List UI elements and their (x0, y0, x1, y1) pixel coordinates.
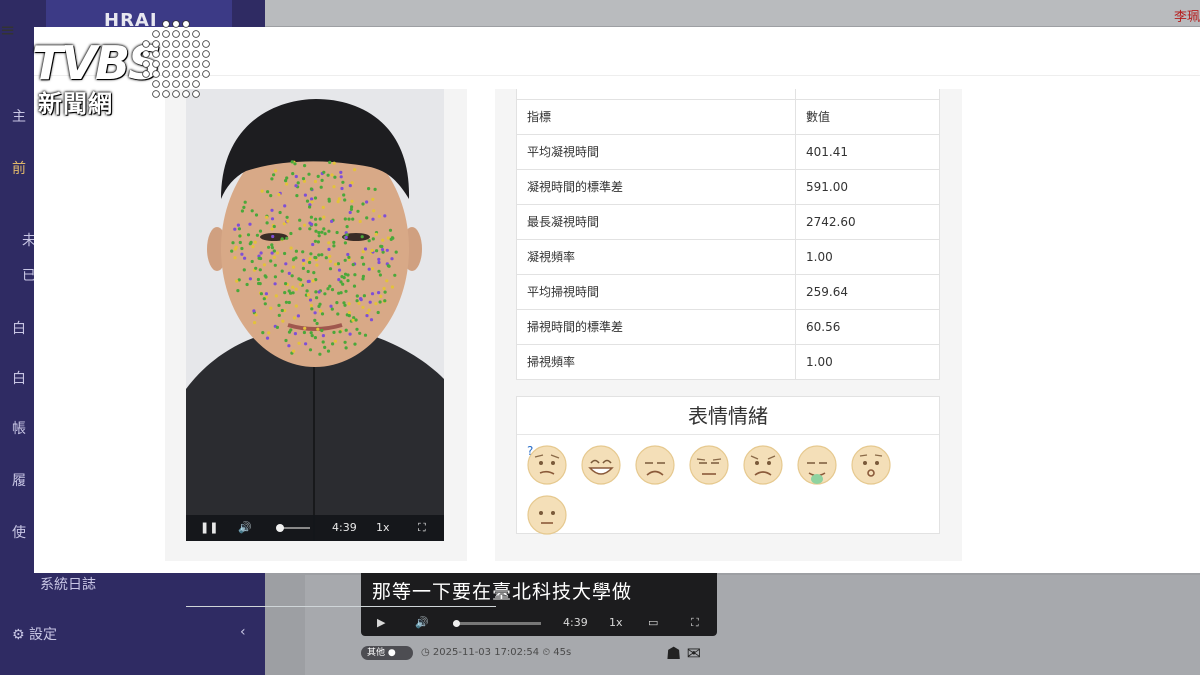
sidebar-item-system-log[interactable]: 系統日誌 (40, 574, 96, 594)
video-time: 4:39 (332, 521, 357, 534)
table-row: 掃視頻率 1.00 (516, 343, 940, 380)
robot-icon[interactable]: ☗ (666, 644, 681, 664)
nauseated-face-icon[interactable] (795, 443, 839, 487)
video-time: 4:39 (563, 616, 588, 629)
metrics-panel: 指標 數值 平均凝視時間 401.41 凝視時間的標準差 591.00 最長凝視時間… (495, 89, 962, 561)
clock-icon: ◷ (421, 647, 433, 658)
metric-value: 259.64 (795, 273, 940, 310)
neutral-face-icon[interactable] (525, 493, 569, 537)
confused-face-icon[interactable]: ? (525, 443, 569, 487)
panel-divider (186, 606, 496, 607)
column-header-metric: 指標 (516, 98, 796, 135)
gear-icon: ⚙ (12, 627, 30, 643)
table-row: 掃視時間的標準差 60.56 (516, 308, 940, 345)
table-header-row: 指標 數值 (516, 98, 940, 135)
volume-icon[interactable]: 🔊 (415, 616, 429, 629)
tvbs-logo: TVBS 新聞網 (30, 18, 210, 118)
metric-label: 凝視頻率 (516, 238, 796, 275)
meta-text: ◷ 2025-11-03 17:02:54 ⏲ 45s (421, 647, 571, 658)
hamburger-menu-icon[interactable]: ≡ (0, 20, 24, 44)
metric-label: 平均掃視時間 (516, 273, 796, 310)
fullscreen-icon[interactable]: ⛶ (691, 616, 699, 630)
volume-icon[interactable]: 🔊 (238, 521, 252, 534)
video-progress-bar[interactable] (276, 524, 310, 532)
video-controls: ❚❚ 🔊 4:39 1x ⛶ (186, 515, 444, 541)
fullscreen-icon[interactable]: ⛶ (418, 521, 426, 535)
category-badge: 其他 ● (361, 646, 413, 660)
metric-value: 401.41 (795, 133, 940, 170)
grinning-face-icon[interactable] (579, 443, 623, 487)
face-tracking-video[interactable]: ❚❚ 🔊 4:39 1x ⛶ (186, 89, 444, 541)
sidebar-item-home[interactable]: 主 (12, 106, 26, 126)
chat-icon[interactable]: ✉ (687, 644, 701, 664)
play-icon[interactable]: ▶ (377, 616, 385, 629)
sidebar-item-settings-label: 設定 (29, 627, 58, 643)
playback-speed[interactable]: 1x (609, 616, 623, 629)
progress-handle[interactable] (276, 524, 284, 532)
table-top-strip (516, 89, 940, 100)
metric-value: 1.00 (795, 343, 940, 380)
metric-label: 掃視時間的標準差 (516, 308, 796, 345)
pause-icon[interactable]: ❚❚ (200, 521, 218, 534)
metric-label: 掃視頻率 (516, 343, 796, 380)
metric-value: 2742.60 (795, 203, 940, 240)
meta-timestamp: 2025-11-03 17:02:54 (432, 647, 540, 658)
metric-label: 凝視時間的標準差 (516, 168, 796, 205)
sad-face-icon[interactable] (633, 443, 677, 487)
sidebar-item-interview[interactable]: 前 (12, 158, 26, 178)
metrics-table: 指標 數值 平均凝視時間 401.41 凝視時間的標準差 591.00 最長凝視時間… (516, 89, 940, 380)
sidebar-item-a[interactable]: 白 (12, 318, 26, 338)
user-name[interactable]: 李珮 (1174, 6, 1200, 25)
face-video-frame (186, 89, 444, 541)
timer-icon: ⏲ (542, 647, 554, 658)
sidebar-item-account[interactable]: 帳 (12, 418, 26, 438)
meta-actions: ☗ ✉ (666, 644, 701, 664)
video-caption: 那等一下要在臺北科技大學做 (372, 581, 633, 603)
sidebar-item-b[interactable]: 白 (12, 368, 26, 388)
svg-text:?: ? (527, 444, 533, 458)
column-header-value: 數值 (795, 98, 940, 135)
metric-value: 1.00 (795, 238, 940, 275)
table-row: 凝視時間的標準差 591.00 (516, 168, 940, 205)
tvbs-logo-subtitle: 新聞網 (38, 90, 113, 118)
table-row: 平均凝視時間 401.41 (516, 133, 940, 170)
metric-label: 平均凝視時間 (516, 133, 796, 170)
playback-speed[interactable]: 1x (376, 521, 390, 534)
emotion-title: 表情情緒 (517, 397, 939, 435)
video-panel: ❚❚ 🔊 4:39 1x ⛶ (165, 89, 496, 607)
fearful-face-icon[interactable] (741, 443, 785, 487)
table-row: 平均掃視時間 259.64 (516, 273, 940, 310)
metric-label: 最長凝視時間 (516, 203, 796, 240)
progress-handle[interactable] (453, 620, 460, 627)
table-row: 最長凝視時間 2742.60 (516, 203, 940, 240)
chevron-left-icon: ‹ (240, 624, 246, 640)
sidebar-item-settings[interactable]: ⚙ 設定 ‹ (12, 624, 246, 644)
sidebar-item-users[interactable]: 使 (12, 522, 26, 542)
emotion-card: 表情情緒 ? (516, 396, 940, 537)
metric-value: 60.56 (795, 308, 940, 345)
tvbs-dot-pattern-icon (142, 20, 210, 98)
captions-icon[interactable]: ▭ (648, 616, 658, 629)
unamused-face-icon[interactable] (687, 443, 731, 487)
surprised-face-icon[interactable] (849, 443, 893, 487)
metric-value: 591.00 (795, 168, 940, 205)
table-row: 凝視頻率 1.00 (516, 238, 940, 275)
meta-duration: 45s (553, 647, 572, 658)
sidebar-item-resume[interactable]: 履 (12, 470, 26, 490)
video-progress-bar[interactable] (453, 620, 541, 627)
background-video-controls: ▶ 🔊 4:39 1x ▭ ⛶ (361, 608, 717, 636)
